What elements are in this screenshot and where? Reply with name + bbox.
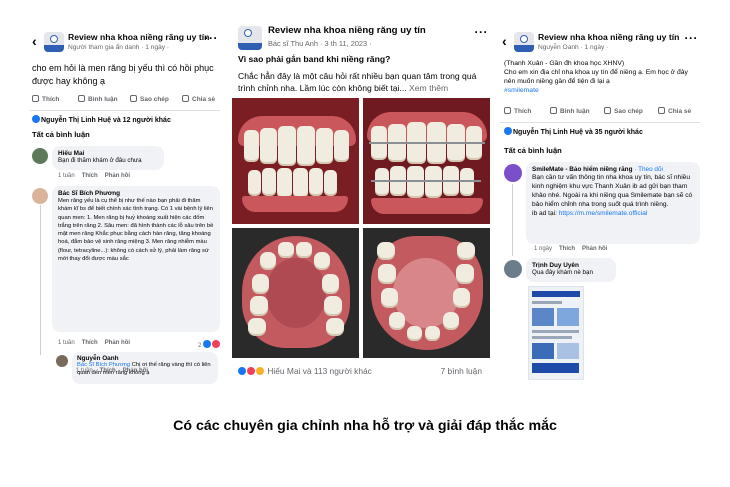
back-arrow-icon[interactable]: ‹ bbox=[32, 34, 37, 48]
share-button[interactable]: Chia sẻ bbox=[182, 95, 215, 103]
post-title: Vì sao phải gắn band khi niềng răng? bbox=[238, 54, 391, 64]
comment-button[interactable]: Bình luận bbox=[78, 95, 118, 103]
comment-bubble: Hiếu Mai Bạn đi thăm khám ở đâu chưa bbox=[52, 146, 164, 170]
comment-meta: 1 tuần Thích Phản hồi bbox=[58, 173, 131, 179]
author-line: Nguyễn Oanh · 1 ngày · bbox=[538, 44, 609, 51]
photo-grid[interactable] bbox=[232, 98, 490, 358]
comment-reaction-count[interactable]: 2 bbox=[198, 340, 221, 349]
middle-post-header: Review nha khoa niềng răng uy tín Bác sĩ… bbox=[232, 22, 490, 50]
back-arrow-icon[interactable]: ‹ bbox=[502, 34, 507, 48]
group-avatar[interactable] bbox=[514, 32, 534, 52]
like-button[interactable]: Thích bbox=[32, 95, 59, 103]
thread-line bbox=[40, 205, 41, 355]
reply-meta: 1 tuần Thích Phản hồi bbox=[76, 368, 149, 374]
comment-text: Men răng yếu là cụ thể bị như thế nào bạ… bbox=[58, 198, 214, 263]
upper-arch-photo[interactable] bbox=[232, 228, 359, 358]
like-button[interactable]: Thích bbox=[504, 107, 531, 115]
braces-photo[interactable] bbox=[363, 98, 490, 224]
comment-reply-link[interactable]: Phản hồi bbox=[123, 368, 148, 374]
comments-count[interactable]: 7 bình luận bbox=[441, 366, 482, 376]
avatar[interactable] bbox=[56, 355, 68, 367]
lower-arch-photo[interactable] bbox=[363, 228, 490, 358]
comment-bubble: SmileMate - Bảo hiểm niềng răng · Theo d… bbox=[526, 162, 700, 244]
commenter-name[interactable]: Nguyễn Oanh bbox=[77, 355, 213, 362]
post-body: cho em hỏi là men răng bị yếu thì có hồi… bbox=[32, 63, 214, 86]
comment-meta: 1 tuần Thích Phản hồi bbox=[58, 340, 131, 346]
group-name[interactable]: Review nha khoa niềng răng uy tín bbox=[268, 25, 426, 36]
comment-like-link[interactable]: Thích bbox=[82, 340, 98, 346]
group-name[interactable]: Review nha khoa niềng răng uy tín bbox=[68, 32, 209, 42]
comment-like-link[interactable]: Thích bbox=[82, 173, 98, 179]
left-post-header: ‹ Review nha khoa niềng răng uy tín Ngườ… bbox=[30, 30, 220, 58]
avatar[interactable] bbox=[504, 164, 522, 182]
reactions-summary[interactable]: Hiếu Mai và 113 người khác bbox=[238, 366, 372, 376]
middle-post: Review nha khoa niềng răng uy tín Bác sĩ… bbox=[232, 22, 490, 384]
teeth-photo[interactable] bbox=[232, 98, 359, 224]
commenter-name[interactable]: Trịnh Duy Uyên bbox=[532, 262, 610, 269]
attached-image[interactable] bbox=[528, 286, 584, 380]
comment-reply-link[interactable]: Phản hồi bbox=[582, 246, 607, 252]
comment-bubble: Bác Sĩ Bích Phương Men răng yếu là cụ th… bbox=[52, 186, 220, 332]
divider bbox=[500, 122, 700, 123]
more-options-icon[interactable]: ··· bbox=[685, 31, 699, 45]
follow-link[interactable]: · Theo dõi bbox=[634, 166, 663, 173]
thread-line bbox=[512, 184, 513, 256]
share-button[interactable]: Chia sẻ bbox=[658, 107, 691, 115]
right-post-header: ‹ Review nha khoa niềng răng uy tín Nguy… bbox=[500, 30, 700, 58]
left-post: ‹ Review nha khoa niềng răng uy tín Ngườ… bbox=[30, 22, 221, 384]
all-comments-filter[interactable]: Tất cả bình luận bbox=[504, 146, 562, 155]
comment-like-link[interactable]: Thích bbox=[559, 246, 575, 252]
comment-meta: 1 ngày Thích Phản hồi bbox=[534, 246, 608, 252]
comment-link-line: ib ad tại: https://m.me/smilemate.offici… bbox=[532, 210, 648, 217]
all-comments-filter[interactable]: Tất cả bình luận bbox=[32, 130, 90, 139]
group-name[interactable]: Review nha khoa niềng răng uy tín bbox=[538, 32, 679, 42]
more-options-icon[interactable]: ··· bbox=[205, 31, 219, 45]
avatar[interactable] bbox=[32, 148, 48, 164]
commenter-name[interactable]: Bác Sĩ Bích Phương bbox=[58, 190, 214, 197]
comment-reply-link[interactable]: Phản hồi bbox=[105, 173, 130, 179]
right-post: ‹ Review nha khoa niềng răng uy tín Nguy… bbox=[500, 22, 700, 382]
group-avatar[interactable] bbox=[238, 26, 262, 50]
copy-button[interactable]: Sao chép bbox=[604, 107, 643, 115]
see-more-link[interactable]: Xem thêm bbox=[409, 83, 448, 93]
commenter-name[interactable]: SmileMate - Bảo hiểm niềng răng · Theo d… bbox=[532, 166, 694, 173]
group-avatar[interactable] bbox=[44, 32, 64, 52]
post-body-line: (Thanh Xuân - Gần đh khoa học XHNV) bbox=[504, 60, 625, 67]
commenter-name[interactable]: Hiếu Mai bbox=[58, 150, 158, 157]
reactions-summary[interactable]: Nguyễn Thị Linh Huệ và 12 người khác bbox=[32, 115, 171, 124]
comment-text: Bạn đi thăm khám ở đâu chưa bbox=[58, 157, 142, 164]
comment-reply-link[interactable]: Phản hồi bbox=[105, 340, 130, 346]
hashtag-link[interactable]: #smilemate bbox=[504, 86, 700, 95]
comment-like-link[interactable]: Thích bbox=[100, 368, 116, 374]
comment-text: Qua đây khám nè bạn bbox=[532, 269, 593, 276]
post-body-line: Cho em xin địa chỉ nha khoa uy tín để ni… bbox=[504, 69, 688, 85]
comment-bubble: Trịnh Duy Uyên Qua đây khám nè bạn bbox=[526, 258, 616, 282]
divider bbox=[30, 110, 220, 111]
post-body: Chắc hẳn đây là một câu hỏi rất nhiều bạ… bbox=[238, 71, 477, 93]
avatar[interactable] bbox=[32, 188, 48, 204]
copy-button[interactable]: Sao chép bbox=[130, 95, 169, 103]
post-actions: Thích Bình luận Sao chép Chia sẻ bbox=[500, 104, 700, 118]
post-actions: Thích Bình luận Sao chép Chia sẻ bbox=[30, 92, 220, 106]
comment-text: Bạn cần tư vấn thông tin nha khoa uy tín… bbox=[532, 174, 693, 208]
reactions-summary[interactable]: Nguyễn Thị Linh Huệ và 35 người khác bbox=[504, 127, 643, 136]
more-options-icon[interactable]: ··· bbox=[475, 25, 489, 39]
avatar[interactable] bbox=[504, 260, 522, 278]
author-line: Bác sĩ Thu Anh · 3 th 11, 2023 · bbox=[268, 39, 372, 48]
caption: Có các chuyên gia chỉnh nha hỗ trợ và gi… bbox=[173, 418, 557, 434]
post-body: (Thanh Xuân - Gần đh khoa học XHNV) Cho … bbox=[504, 59, 700, 95]
messenger-link[interactable]: https://m.me/smilemate.official bbox=[559, 210, 648, 217]
comment-button[interactable]: Bình luận bbox=[550, 107, 590, 115]
author-line: Người tham gia ẩn danh · 1 ngày · bbox=[68, 44, 170, 51]
